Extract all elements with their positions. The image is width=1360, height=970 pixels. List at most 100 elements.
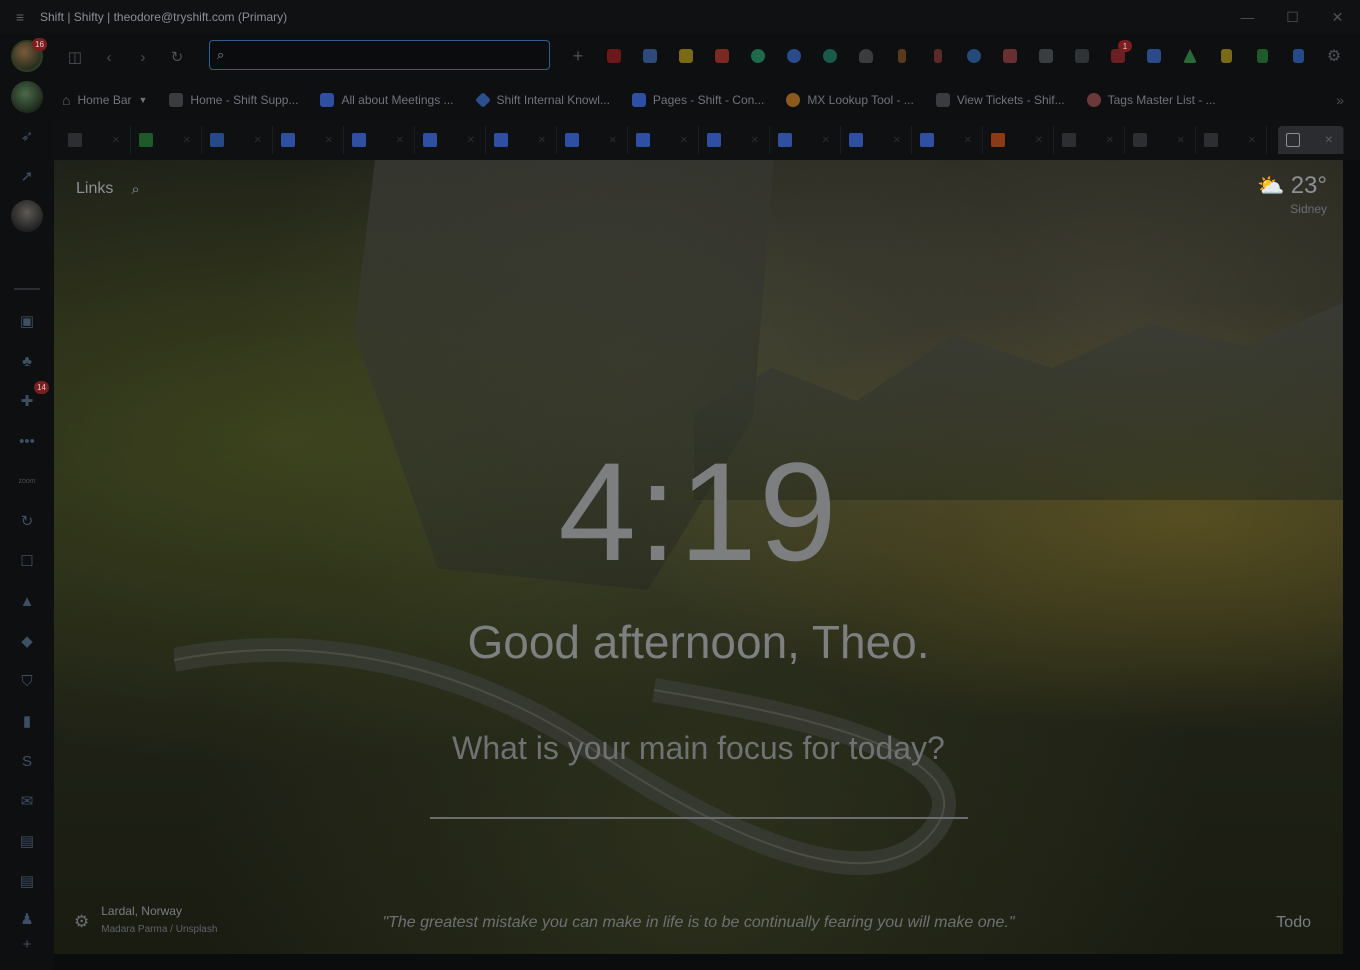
close-tab-icon[interactable]: ✕ bbox=[467, 135, 475, 146]
sheets-extension-icon[interactable] bbox=[1248, 42, 1276, 70]
close-tab-icon[interactable]: ✕ bbox=[609, 135, 617, 146]
docs-extension-icon[interactable] bbox=[1284, 42, 1312, 70]
notes-extension-icon[interactable] bbox=[672, 42, 700, 70]
search-input[interactable] bbox=[230, 47, 549, 63]
close-tab-icon[interactable]: ✕ bbox=[183, 135, 191, 146]
close-tab-icon[interactable]: ✕ bbox=[1248, 135, 1256, 146]
tab-item[interactable]: ✕ bbox=[557, 126, 628, 154]
document-icon[interactable]: ▤ bbox=[11, 865, 43, 897]
tab-item[interactable]: ✕ bbox=[486, 126, 557, 154]
back-icon[interactable]: ‹ bbox=[92, 40, 126, 74]
todoist-extension-icon[interactable] bbox=[708, 42, 736, 70]
tab-item[interactable]: ✕ bbox=[1196, 126, 1267, 154]
tab-item[interactable]: ✕ bbox=[912, 126, 983, 154]
cloud-extension-icon[interactable] bbox=[852, 42, 880, 70]
document-icon[interactable]: ▤ bbox=[11, 825, 43, 857]
layers-extension-icon[interactable] bbox=[1068, 42, 1096, 70]
tab-item[interactable]: ✕ bbox=[841, 126, 912, 154]
address-bar[interactable]: ⌕ bbox=[209, 40, 550, 70]
forward-icon[interactable]: › bbox=[126, 40, 160, 74]
account-avatar[interactable] bbox=[11, 81, 43, 113]
close-tab-icon[interactable]: ✕ bbox=[1035, 135, 1043, 146]
launch-icon[interactable]: ➚ bbox=[11, 160, 43, 192]
links-button[interactable]: Links bbox=[76, 180, 113, 198]
close-tab-icon[interactable]: ✕ bbox=[1325, 135, 1333, 146]
close-tab-icon[interactable]: ✕ bbox=[396, 135, 404, 146]
inbox-extension-icon[interactable] bbox=[1032, 42, 1060, 70]
zoom-extension-icon[interactable] bbox=[780, 42, 808, 70]
window-app-icon[interactable]: ☐ bbox=[11, 545, 43, 577]
add-app-icon[interactable]: + bbox=[11, 928, 43, 960]
screenshot-extension-icon[interactable] bbox=[996, 42, 1024, 70]
chevron-right-icon[interactable]: » bbox=[1336, 92, 1344, 108]
keep-extension-icon[interactable] bbox=[1212, 42, 1240, 70]
more-apps-icon[interactable]: ••• bbox=[11, 425, 43, 457]
tab-active[interactable]: ✕ bbox=[1278, 126, 1344, 154]
shield-icon[interactable]: ⛉ bbox=[11, 665, 43, 697]
drive-icon[interactable]: ▲ bbox=[11, 585, 43, 617]
teams-icon[interactable]: ♣ bbox=[11, 345, 43, 377]
minimize-button[interactable]: — bbox=[1225, 0, 1270, 34]
tab-item[interactable]: ✕ bbox=[273, 126, 344, 154]
maximize-button[interactable]: ☐ bbox=[1270, 0, 1315, 34]
profile-avatar[interactable]: 16 bbox=[11, 38, 47, 72]
calendar-extension-icon[interactable] bbox=[1140, 42, 1168, 70]
weather-widget[interactable]: ⛅ 23° Sidney bbox=[1257, 172, 1327, 216]
chrome-extension-icon[interactable] bbox=[960, 42, 988, 70]
tab-item[interactable]: ✕ bbox=[770, 126, 841, 154]
hubspot-icon[interactable]: ↻ bbox=[11, 505, 43, 537]
close-tab-icon[interactable]: ✕ bbox=[325, 135, 333, 146]
meet-extension-icon[interactable] bbox=[816, 42, 844, 70]
gmail-extension-icon[interactable]: 1 bbox=[1104, 40, 1132, 70]
settings-gear-icon[interactable]: ⚙ bbox=[1320, 42, 1348, 70]
tab-item[interactable]: ✕ bbox=[131, 126, 202, 154]
close-tab-icon[interactable]: ✕ bbox=[254, 135, 262, 146]
pen-extension-icon[interactable] bbox=[888, 42, 916, 70]
rocket-icon[interactable]: ➶ bbox=[11, 120, 43, 152]
user-avatar[interactable] bbox=[11, 200, 43, 232]
tab-item[interactable]: ✕ bbox=[60, 126, 131, 154]
bookmark-home-bar[interactable]: ⌂ Home Bar ▼ bbox=[62, 92, 147, 108]
mail-icon[interactable]: ✉ bbox=[11, 785, 43, 817]
todo-button[interactable]: Todo bbox=[1276, 914, 1311, 932]
close-tab-icon[interactable]: ✕ bbox=[822, 135, 830, 146]
analytics-icon[interactable]: ▮ bbox=[11, 705, 43, 737]
bookmark-item[interactable]: Tags Master List - ... bbox=[1086, 93, 1216, 107]
zoom-icon[interactable]: zoom bbox=[11, 465, 43, 497]
close-tab-icon[interactable]: ✕ bbox=[893, 135, 901, 146]
skype-icon[interactable]: S bbox=[11, 745, 43, 777]
tab-item[interactable]: ✕ bbox=[983, 126, 1054, 154]
pdf-extension-icon[interactable] bbox=[600, 42, 628, 70]
reload-icon[interactable]: ↻ bbox=[160, 40, 194, 74]
close-tab-icon[interactable]: ✕ bbox=[751, 135, 759, 146]
search-icon[interactable]: ⌕ bbox=[131, 181, 139, 198]
close-tab-icon[interactable]: ✕ bbox=[112, 135, 120, 146]
bookmark-item[interactable]: MX Lookup Tool - ... bbox=[786, 93, 914, 107]
bookmark-item[interactable]: View Tickets - Shif... bbox=[935, 93, 1065, 107]
clip-extension-icon[interactable] bbox=[924, 42, 952, 70]
diamond-icon[interactable]: ◆ bbox=[11, 625, 43, 657]
tab-item[interactable]: ✕ bbox=[344, 126, 415, 154]
slack-icon[interactable]: ✚ 14 bbox=[11, 381, 49, 417]
tab-item[interactable]: ✕ bbox=[415, 126, 486, 154]
close-tab-icon[interactable]: ✕ bbox=[538, 135, 546, 146]
drive-extension-icon[interactable] bbox=[1176, 42, 1204, 70]
tab-item[interactable]: ✕ bbox=[202, 126, 273, 154]
office-extension-icon[interactable] bbox=[636, 42, 664, 70]
tab-item[interactable]: ✕ bbox=[1125, 126, 1196, 154]
close-tab-icon[interactable]: ✕ bbox=[964, 135, 972, 146]
tab-item[interactable]: ✕ bbox=[699, 126, 770, 154]
close-tab-icon[interactable]: ✕ bbox=[1106, 135, 1114, 146]
menu-icon[interactable]: ≡ bbox=[0, 0, 40, 34]
tab-item[interactable]: ✕ bbox=[1054, 126, 1125, 154]
close-button[interactable]: ✕ bbox=[1315, 0, 1360, 34]
bookmark-item[interactable]: All about Meetings ... bbox=[320, 93, 454, 107]
calendar-app-icon[interactable]: ▣ bbox=[11, 305, 43, 337]
bookmark-item[interactable]: Shift Internal Knowl... bbox=[474, 92, 610, 108]
focus-input[interactable] bbox=[430, 817, 968, 819]
sidebar-toggle-icon[interactable]: ◫ bbox=[58, 40, 92, 74]
grammarly-extension-icon[interactable] bbox=[744, 42, 772, 70]
add-tab-icon[interactable]: + bbox=[564, 42, 592, 70]
bookmark-item[interactable]: Home - Shift Supp... bbox=[169, 93, 298, 107]
close-tab-icon[interactable]: ✕ bbox=[1177, 135, 1185, 146]
